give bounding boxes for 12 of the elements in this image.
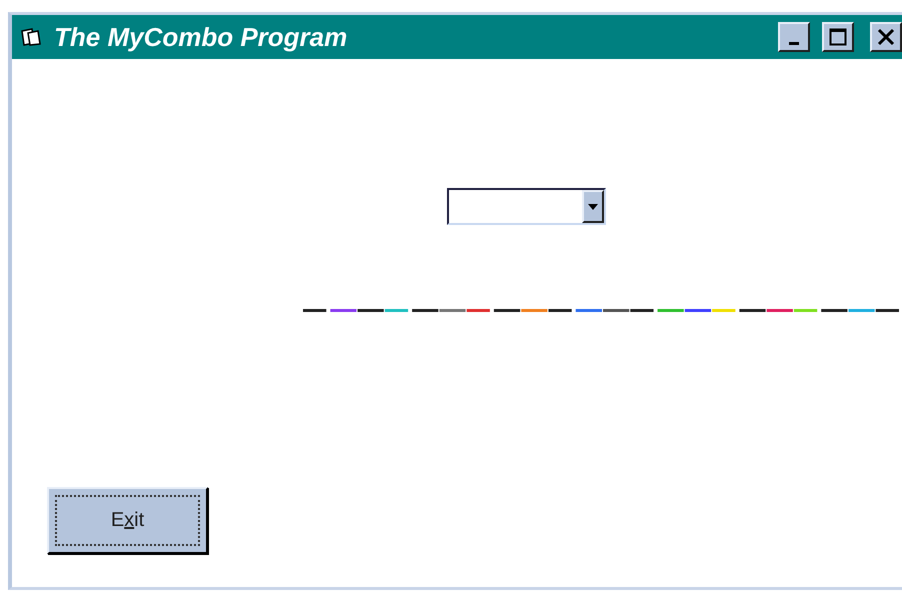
maximize-button[interactable]	[822, 22, 854, 52]
maximize-icon	[829, 28, 847, 46]
exit-button[interactable]: Exit	[47, 487, 208, 554]
window-icon	[20, 27, 42, 47]
close-button[interactable]	[870, 22, 902, 52]
window-title: The MyCombo Program	[54, 22, 348, 52]
dropdown-button[interactable]	[582, 190, 604, 223]
caret-icon	[588, 204, 598, 210]
close-icon	[877, 28, 895, 46]
combo-box[interactable]	[447, 188, 606, 225]
minimize-icon	[789, 42, 799, 44]
minimize-button[interactable]	[778, 22, 810, 52]
